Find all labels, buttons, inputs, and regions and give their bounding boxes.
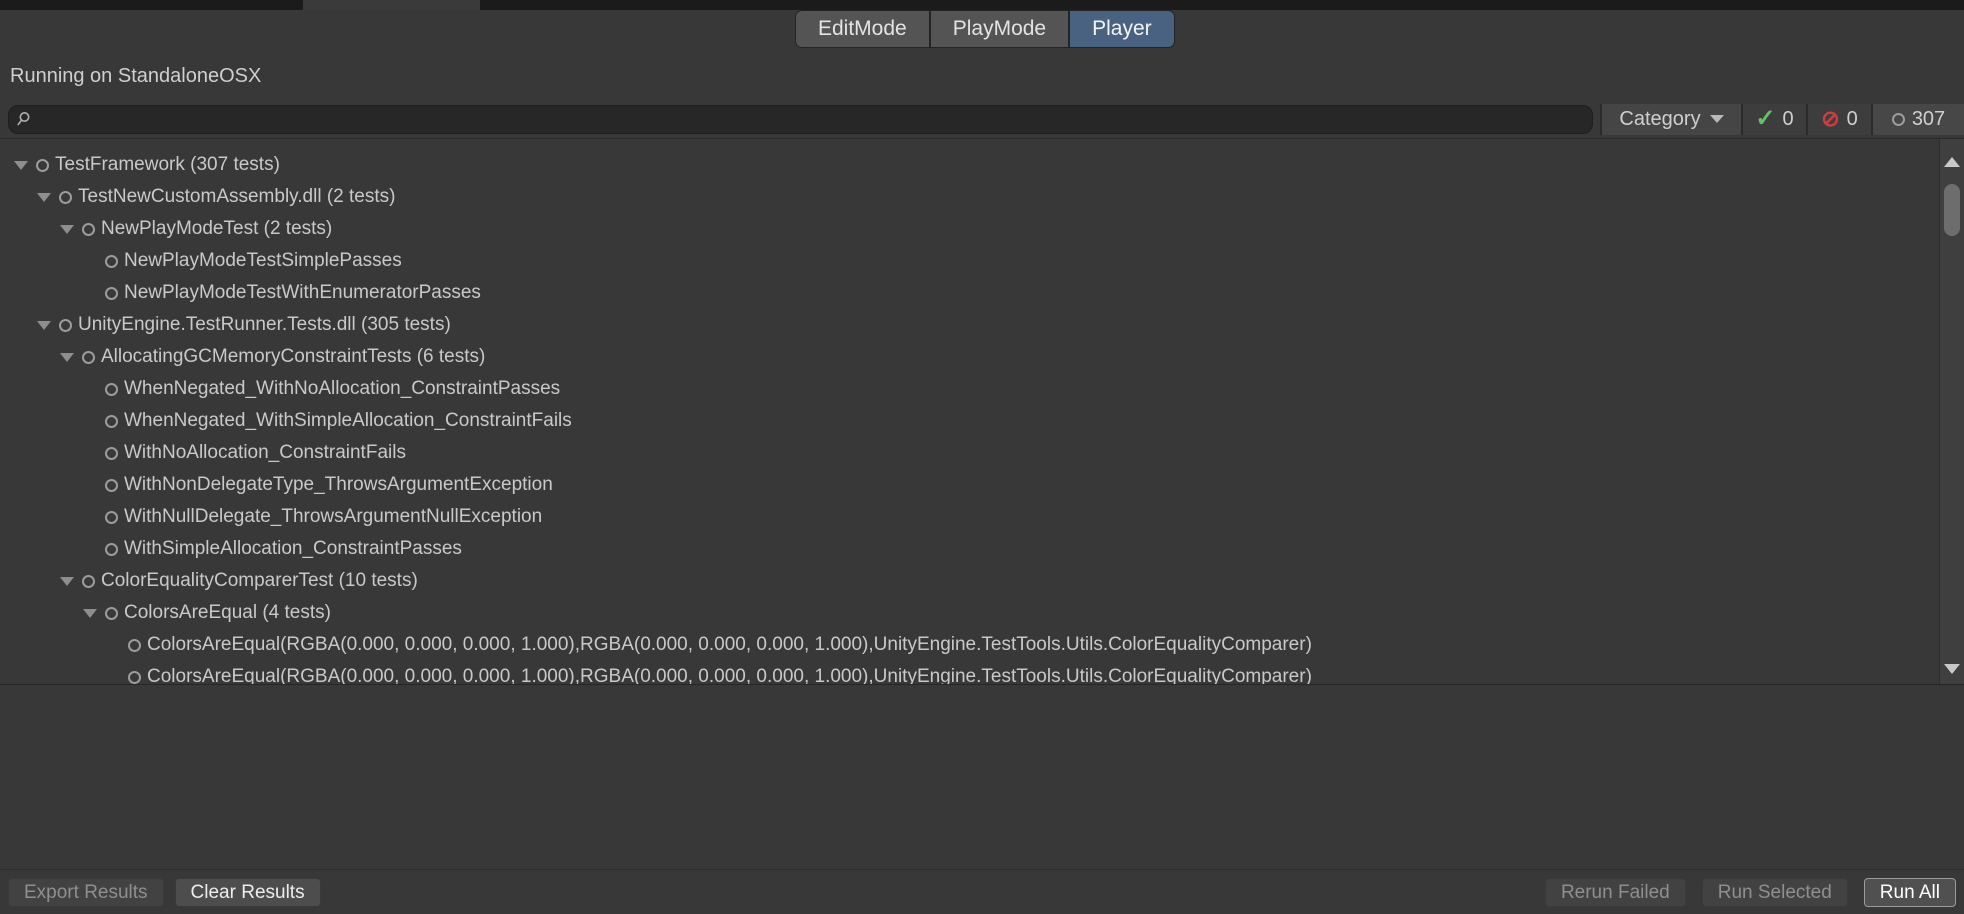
footer-right-group: Rerun Failed Run Selected Run All (1545, 878, 1956, 907)
scroll-up-icon[interactable] (1944, 157, 1960, 167)
check-icon: ✓ (1755, 107, 1775, 131)
test-status-circle-icon (128, 671, 141, 684)
test-status-circle-icon (128, 639, 141, 652)
filter-passed-button[interactable]: ✓ 0 (1741, 104, 1806, 135)
window-tab-notch (303, 0, 480, 10)
test-name: NewPlayModeTest (2 tests) (101, 218, 332, 240)
test-tree: TestFramework (307 tests) TestNewCustomAs… (0, 139, 1938, 685)
test-name: ColorsAreEqual(RGBA(0.000, 0.000, 0.000,… (147, 634, 1312, 656)
test-name: TestNewCustomAssembly.dll (2 tests) (78, 186, 395, 208)
test-name: AllocatingGCMemoryConstraintTests (6 tes… (101, 346, 485, 368)
test-status-circle-icon (105, 607, 118, 620)
test-status-circle-icon (82, 351, 95, 364)
tree-row[interactable]: WithNonDelegateType_ThrowsArgumentExcept… (0, 469, 1938, 501)
vertical-scrollbar[interactable] (1939, 139, 1964, 684)
tree-row[interactable]: WhenNegated_WithSimpleAllocation_Constra… (0, 405, 1938, 437)
scrollbar-thumb[interactable] (1944, 184, 1960, 236)
test-status-circle-icon (82, 223, 95, 236)
search-icon (16, 111, 32, 127)
failed-count: 0 (1847, 108, 1858, 131)
test-status-circle-icon (105, 255, 118, 268)
test-status-circle-icon (105, 447, 118, 460)
run-selected-button[interactable]: Run Selected (1702, 878, 1848, 907)
clear-results-button[interactable]: Clear Results (175, 878, 321, 907)
tab-editmode[interactable]: EditMode (796, 11, 929, 47)
tree-row[interactable]: WithNullDelegate_ThrowsArgumentNullExcep… (0, 501, 1938, 533)
tab-playmode[interactable]: PlayMode (931, 11, 1068, 47)
tree-row[interactable]: TestNewCustomAssembly.dll (2 tests) (0, 181, 1938, 213)
tree-row[interactable]: TestFramework (307 tests) (0, 149, 1938, 181)
caret-expanded-icon[interactable] (14, 161, 36, 170)
notrun-count: 307 (1912, 108, 1945, 131)
test-status-circle-icon (105, 479, 118, 492)
export-results-button[interactable]: Export Results (8, 878, 164, 907)
test-status-circle-icon (36, 159, 49, 172)
test-name: WithNonDelegateType_ThrowsArgumentExcept… (124, 474, 553, 496)
test-status-circle-icon (59, 319, 72, 332)
run-all-button[interactable]: Run All (1864, 878, 1956, 907)
test-status-circle-icon (105, 511, 118, 524)
tree-row[interactable]: WithSimpleAllocation_ConstraintPasses (0, 533, 1938, 565)
test-status-circle-icon (105, 287, 118, 300)
test-name: NewPlayModeTestSimplePasses (124, 250, 402, 272)
test-name: WithSimpleAllocation_ConstraintPasses (124, 538, 462, 560)
test-name: UnityEngine.TestRunner.Tests.dll (305 te… (78, 314, 451, 336)
tree-row[interactable]: WhenNegated_WithNoAllocation_ConstraintP… (0, 373, 1938, 405)
tab-player[interactable]: Player (1070, 11, 1174, 47)
tree-row[interactable]: AllocatingGCMemoryConstraintTests (6 tes… (0, 341, 1938, 373)
tree-row[interactable]: ColorEqualityComparerTest (10 tests) (0, 565, 1938, 597)
caret-expanded-icon[interactable] (60, 353, 82, 362)
tree-row[interactable]: NewPlayModeTest (2 tests) (0, 213, 1938, 245)
caret-expanded-icon[interactable] (83, 609, 105, 618)
scroll-down-icon[interactable] (1944, 664, 1960, 674)
test-name: ColorEqualityComparerTest (10 tests) (101, 570, 418, 592)
passed-count: 0 (1782, 108, 1793, 131)
chevron-down-icon (1710, 115, 1724, 123)
filter-cluster: Category ✓ 0 ⊘ 0 307 (1600, 104, 1964, 135)
circle-icon (1892, 113, 1905, 126)
search-box[interactable] (8, 105, 1593, 134)
tree-row[interactable]: NewPlayModeTestWithEnumeratorPasses (0, 277, 1938, 309)
tree-row[interactable]: ColorsAreEqual (4 tests) (0, 597, 1938, 629)
test-status-circle-icon (59, 191, 72, 204)
detail-panel-empty (0, 685, 1964, 869)
test-name: WhenNegated_WithSimpleAllocation_Constra… (124, 410, 572, 432)
test-name: WithNoAllocation_ConstraintFails (124, 442, 406, 464)
caret-expanded-icon[interactable] (37, 321, 59, 330)
test-name: ColorsAreEqual (4 tests) (124, 602, 331, 624)
tree-row[interactable]: UnityEngine.TestRunner.Tests.dll (305 te… (0, 309, 1938, 341)
test-name: WhenNegated_WithNoAllocation_ConstraintP… (124, 378, 560, 400)
test-status-circle-icon (105, 383, 118, 396)
test-status-circle-icon (105, 543, 118, 556)
test-name: NewPlayModeTestWithEnumeratorPasses (124, 282, 481, 304)
footer-left-group: Export Results Clear Results (8, 878, 321, 907)
caret-expanded-icon[interactable] (37, 193, 59, 202)
toolbar: Category ✓ 0 ⊘ 0 307 (0, 100, 1964, 138)
test-name: WithNullDelegate_ThrowsArgumentNullExcep… (124, 506, 542, 528)
tree-row[interactable]: NewPlayModeTestSimplePasses (0, 245, 1938, 277)
tree-row[interactable]: WithNoAllocation_ConstraintFails (0, 437, 1938, 469)
category-label: Category (1619, 108, 1700, 131)
search-input[interactable] (38, 109, 1592, 130)
footer-bar: Export Results Clear Results Rerun Faile… (0, 869, 1964, 914)
tree-row[interactable]: ColorsAreEqual(RGBA(0.000, 0.000, 0.000,… (0, 629, 1938, 661)
test-name: ColorsAreEqual(RGBA(0.000, 0.000, 0.000,… (147, 666, 1312, 685)
no-sign-icon: ⊘ (1821, 108, 1839, 130)
rerun-failed-button[interactable]: Rerun Failed (1545, 878, 1686, 907)
test-name: TestFramework (307 tests) (55, 154, 280, 176)
status-text: Running on StandaloneOSX (10, 65, 261, 88)
filter-notrun-button[interactable]: 307 (1871, 104, 1964, 135)
test-status-circle-icon (82, 575, 95, 588)
window-top-strip (0, 0, 1964, 10)
category-dropdown[interactable]: Category (1600, 104, 1741, 135)
caret-expanded-icon[interactable] (60, 577, 82, 586)
caret-expanded-icon[interactable] (60, 225, 82, 234)
test-tree-panel: TestFramework (307 tests) TestNewCustomAs… (0, 138, 1964, 685)
mode-tab-group: EditMode PlayMode Player (795, 10, 1175, 48)
test-status-circle-icon (105, 415, 118, 428)
mode-tab-row: EditMode PlayMode Player (0, 10, 1964, 52)
tree-row[interactable]: ColorsAreEqual(RGBA(0.000, 0.000, 0.000,… (0, 661, 1938, 685)
filter-failed-button[interactable]: ⊘ 0 (1806, 104, 1871, 135)
status-row: Running on StandaloneOSX (0, 52, 1964, 100)
